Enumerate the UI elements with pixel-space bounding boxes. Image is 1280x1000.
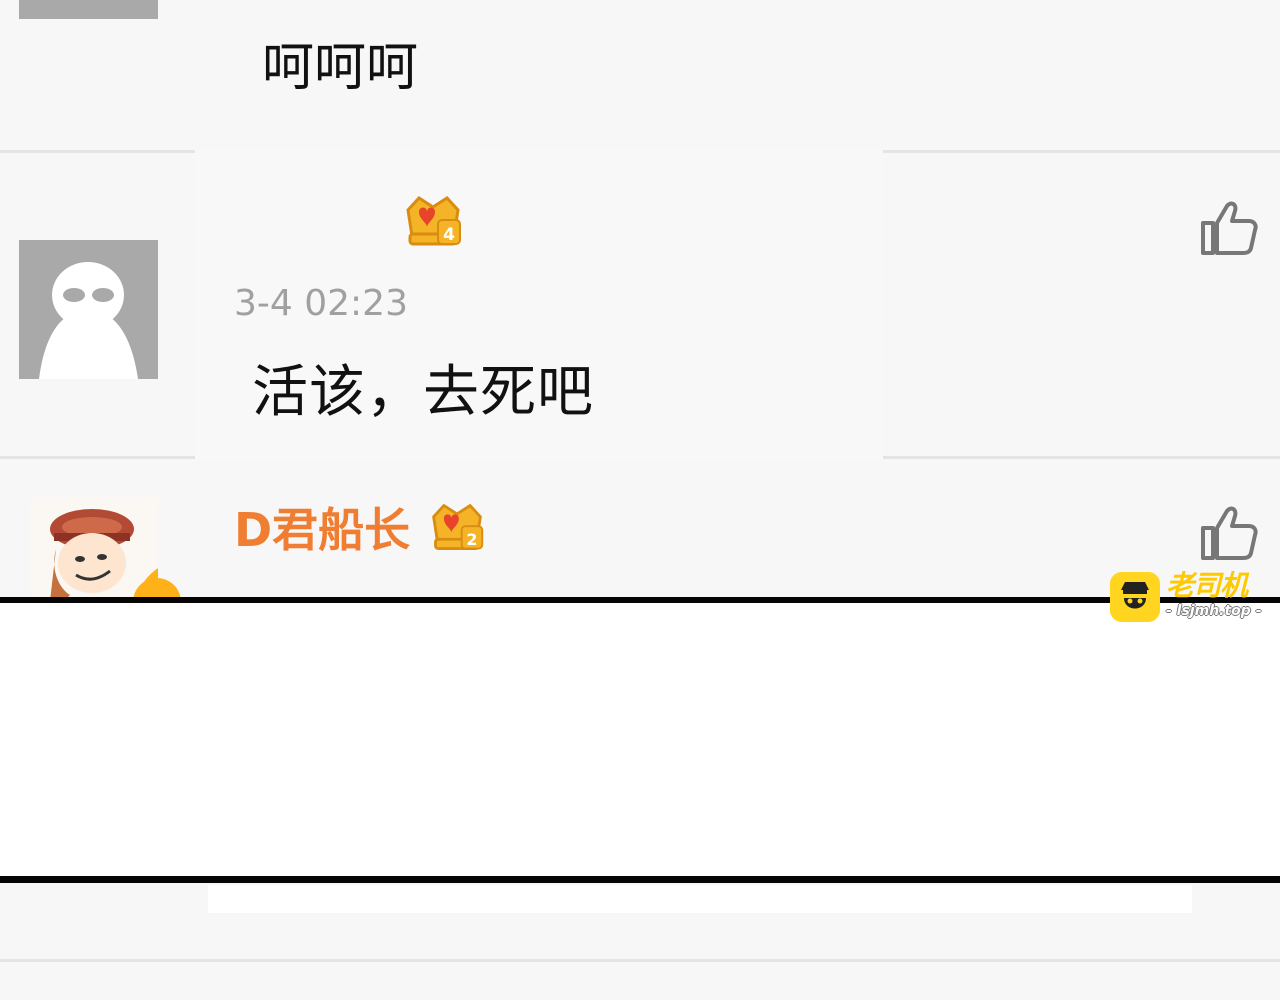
svg-text:2: 2	[466, 530, 477, 549]
avatar-default[interactable]	[19, 240, 158, 379]
thumbs-up-icon[interactable]	[1195, 198, 1259, 258]
blank-strip	[208, 885, 1192, 913]
watermark-title: 老司机	[1166, 569, 1248, 602]
comment-text: 呵呵呵	[262, 38, 419, 98]
avatar-default-partial[interactable]	[19, 0, 158, 19]
default-avatar-icon	[19, 240, 158, 379]
crown-badge-icon: 4	[406, 196, 461, 246]
watermark-logo-icon	[1110, 572, 1160, 622]
comment-timestamp: 3-4 02:23	[234, 283, 408, 324]
watermark-url: - lsjmh.top -	[1166, 603, 1262, 619]
blank-panel	[0, 603, 1280, 877]
captain-face-icon	[1110, 572, 1160, 622]
comment-divider	[0, 959, 1280, 962]
comment-username[interactable]: D君船长	[234, 500, 410, 560]
panel-border-bottom	[0, 876, 1280, 883]
thumbs-up-icon[interactable]	[1195, 503, 1259, 563]
svg-text:4: 4	[443, 225, 455, 245]
comment-text: 活该，去死吧	[252, 360, 594, 425]
crown-badge-icon: 2	[432, 503, 484, 550]
